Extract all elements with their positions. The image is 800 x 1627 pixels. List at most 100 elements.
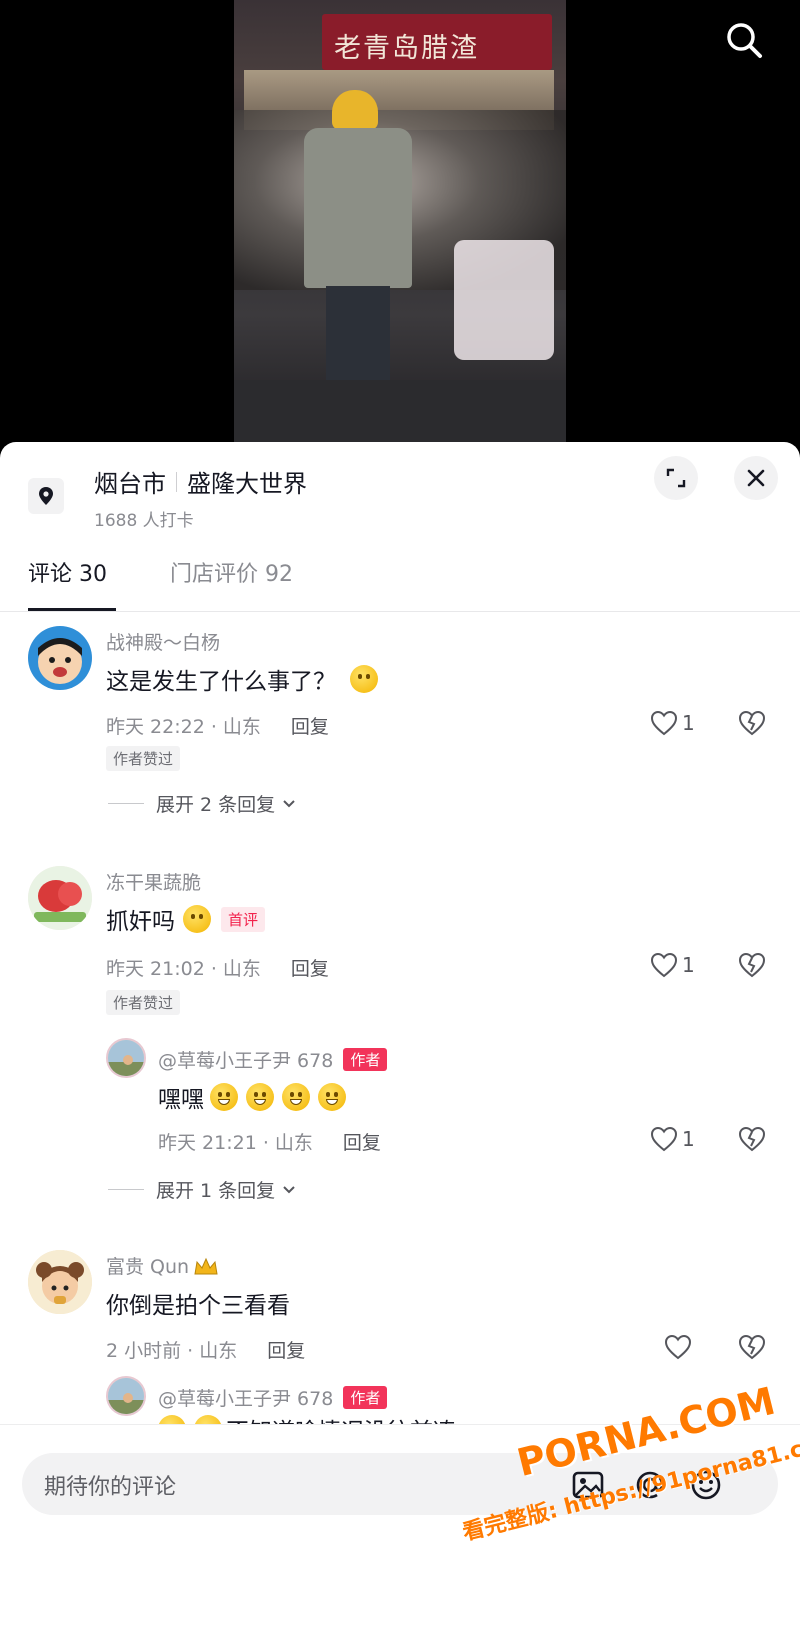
search-icon[interactable] [720, 16, 768, 64]
at-mention-icon[interactable] [632, 1467, 668, 1503]
comment-input-placeholder: 期待你的评论 [44, 1475, 177, 1500]
tab-store-reviews[interactable]: 门店评价 92 [170, 556, 293, 588]
grin-emoji-icon [318, 1083, 346, 1111]
avatar[interactable] [28, 626, 92, 690]
expand-replies-label: 展开 2 条回复 [156, 794, 276, 816]
reply-text: 嘿嘿 [158, 1080, 346, 1114]
location-city: 烟台市 [94, 470, 166, 498]
comment-time-location: 昨天 21:02 · 山东 [106, 958, 261, 980]
like-button[interactable]: 1 [650, 1126, 695, 1152]
divider-line [108, 803, 144, 804]
reply-username-row: @草莓小王子尹 678 作者 [158, 1046, 388, 1073]
author-liked-badge: 作者赞过 [106, 990, 181, 1015]
like-button[interactable]: 1 [650, 952, 695, 978]
grin-emoji-icon [282, 1083, 310, 1111]
reply-button[interactable]: 回复 [267, 1336, 305, 1363]
comment-text: 抓奸吗 首评 [106, 902, 266, 936]
comment-username[interactable]: 富贵 Qun [106, 1252, 189, 1279]
comment-input[interactable]: 期待你的评论 [22, 1453, 778, 1515]
heart-icon [650, 710, 678, 736]
location-pin-icon [28, 478, 64, 514]
comment-item: 富贵 Qun 你倒是拍个三看看 2 小时前 · 山东 回复 @草莓小王子尹 67… [0, 1246, 800, 1424]
avatar[interactable] [28, 1250, 92, 1314]
like-count: 1 [682, 711, 695, 735]
reply-button[interactable]: 回复 [291, 712, 329, 739]
expand-replies-button[interactable]: 展开 2 条回复 [108, 790, 297, 817]
like-button[interactable]: 1 [650, 710, 695, 736]
dislike-button[interactable] [738, 1126, 766, 1156]
comment-text: 这是发生了什么事了？ [106, 662, 378, 696]
location-title: 烟台市 盛隆大世界 [94, 464, 307, 499]
comment-item: 战神殿～白杨 这是发生了什么事了？ 昨天 22:22 · 山东 回复 1 作者赞… [0, 622, 800, 842]
comment-username-row: 富贵 Qun [106, 1252, 219, 1279]
person-in-helmet [304, 90, 412, 430]
tab-comments[interactable]: 评论 30 [28, 556, 107, 588]
reply-text: 不知道啥情况没往前凑 [158, 1412, 456, 1424]
electric-scooter [454, 240, 554, 360]
like-count: 1 [682, 953, 695, 977]
surprised-emoji-icon [350, 665, 378, 693]
dislike-button[interactable] [738, 1334, 766, 1364]
reply-button[interactable]: 回复 [343, 1128, 381, 1155]
reply-button[interactable]: 回复 [291, 954, 329, 981]
reply-text-content: 嘿嘿 [158, 1087, 204, 1113]
reply-username-row: @草莓小王子尹 678 作者 [158, 1384, 388, 1411]
grin-emoji-icon [246, 1083, 274, 1111]
avatar[interactable] [28, 866, 92, 930]
comment-time-location: 2 小时前 · 山东 [106, 1340, 238, 1362]
divider-line [108, 1189, 144, 1190]
broken-heart-icon [738, 952, 766, 978]
comment-input-bar: 期待你的评论 [0, 1424, 800, 1534]
comment-text-content: 抓奸吗 [106, 909, 175, 935]
heart-icon [664, 1334, 692, 1360]
dislike-button[interactable] [738, 952, 766, 982]
tab-indicator [28, 608, 116, 611]
kiss-emoji-icon [183, 905, 211, 933]
author-tag: 作者 [343, 1048, 388, 1071]
broken-heart-icon [738, 1126, 766, 1152]
comment-username[interactable]: 战神殿～白杨 [106, 628, 220, 655]
broken-heart-icon [738, 1334, 766, 1360]
dislike-button[interactable] [738, 710, 766, 740]
reply-avatar[interactable] [106, 1038, 146, 1078]
tab-bar: 评论 30 门店评价 92 [0, 542, 800, 612]
shop-sign: 老青岛腊渣 [322, 14, 552, 70]
video-frame: 老青岛腊渣 [234, 0, 566, 450]
street [234, 380, 566, 450]
first-comment-tag: 首评 [221, 906, 266, 932]
comment-username[interactable]: 冻干果蔬脆 [106, 868, 201, 895]
chevron-down-icon [283, 1185, 295, 1193]
reply-meta: 昨天 21:21 · 山东 回复 [158, 1128, 381, 1155]
location-header[interactable]: 烟台市 盛隆大世界 1688 人打卡 [0, 442, 800, 542]
image-icon[interactable] [570, 1467, 606, 1503]
comment-meta: 昨天 21:02 · 山东 回复 [106, 954, 329, 981]
emoji-icon[interactable] [688, 1467, 724, 1503]
close-icon [747, 469, 765, 487]
fullscreen-button[interactable] [654, 456, 698, 500]
broken-heart-icon [738, 710, 766, 736]
comment-item: 冻干果蔬脆 抓奸吗 首评 昨天 21:02 · 山东 回复 1 作者赞过 @草莓… [0, 862, 800, 1202]
sweat-emoji-icon [194, 1415, 222, 1424]
expand-replies-button[interactable]: 展开 1 条回复 [108, 1176, 297, 1203]
reply-username[interactable]: @草莓小王子尹 678 [158, 1384, 333, 1411]
grin-emoji-icon [210, 1083, 238, 1111]
comment-text: 你倒是拍个三看看 [106, 1286, 290, 1320]
reply-avatar[interactable] [106, 1376, 146, 1416]
checkin-count: 1688 人打卡 [94, 511, 194, 531]
comment-sheet: 烟台市 盛隆大世界 1688 人打卡 评论 30 门店评价 92 战神殿～白杨 … [0, 442, 800, 1627]
like-count: 1 [682, 1127, 695, 1151]
comment-text-content: 这是发生了什么事了？ [106, 669, 336, 695]
expand-icon [666, 468, 686, 488]
close-button[interactable] [734, 456, 778, 500]
expand-replies-label: 展开 1 条回复 [156, 1180, 276, 1202]
crown-icon [194, 1257, 218, 1274]
video-player[interactable]: 老青岛腊渣 [0, 0, 800, 450]
author-tag: 作者 [343, 1386, 388, 1409]
title-divider [176, 471, 177, 492]
reply-time-location: 昨天 21:21 · 山东 [158, 1132, 313, 1154]
shop-sign-text: 老青岛腊渣 [334, 33, 479, 64]
like-button[interactable] [664, 1334, 696, 1360]
sweat-emoji-icon [158, 1415, 186, 1424]
reply-username[interactable]: @草莓小王子尹 678 [158, 1046, 333, 1073]
comment-time-location: 昨天 22:22 · 山东 [106, 716, 261, 738]
